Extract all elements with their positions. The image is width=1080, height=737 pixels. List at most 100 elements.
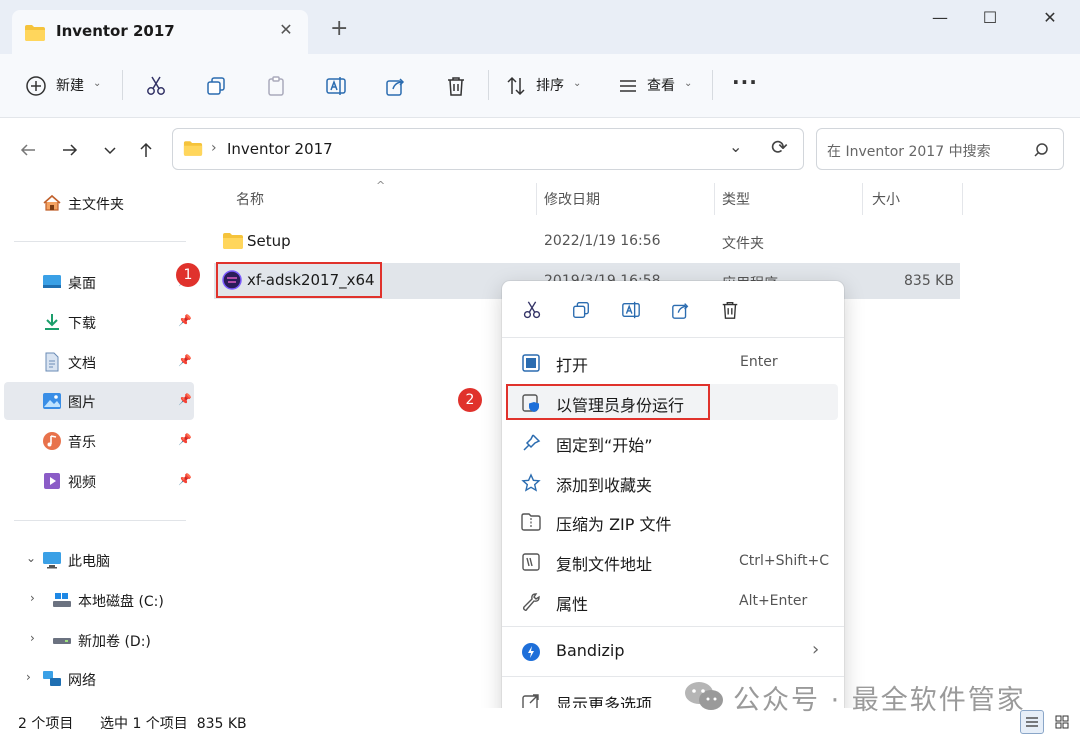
tab-inventor-2017[interactable]: Inventor 2017 ✕ <box>12 10 308 54</box>
delete-icon[interactable] <box>442 72 470 100</box>
expand-chevron-icon[interactable]: › <box>30 631 35 645</box>
cut-icon[interactable] <box>517 295 547 325</box>
view-button-label[interactable]: 查看 <box>647 75 675 95</box>
sidebar-item-downloads[interactable]: 下载 📌 <box>4 303 194 341</box>
column-header-name[interactable]: 名称 <box>236 189 264 209</box>
submenu-chevron-icon: › <box>812 639 820 660</box>
command-bar: 新建 ⌄ 排序 ⌄ 查看 ⌄ ··· <box>0 54 1080 118</box>
share-icon[interactable] <box>666 295 696 325</box>
address-bar[interactable]: › Inventor 2017 ⌄ ⟳ <box>172 128 804 170</box>
rename-icon[interactable] <box>322 72 350 100</box>
more-options-button[interactable]: ··· <box>732 70 758 94</box>
column-header-type[interactable]: 类型 <box>722 189 750 209</box>
refresh-icon[interactable]: ⟳ <box>771 135 788 159</box>
zip-folder-icon <box>520 511 542 533</box>
copy-icon[interactable] <box>202 72 230 100</box>
sidebar-item-this-pc[interactable]: ⌄ 此电脑 <box>4 541 194 579</box>
close-button[interactable]: ✕ <box>1030 8 1070 32</box>
menu-item-pin-to-start[interactable]: 固定到“开始” <box>508 424 838 460</box>
sidebar-item-label: 新加卷 (D:) <box>78 634 151 650</box>
menu-item-label: 压缩为 ZIP 文件 <box>556 515 672 534</box>
menu-item-open[interactable]: 打开 Enter <box>508 344 838 380</box>
column-divider <box>962 183 963 215</box>
chevron-down-icon[interactable]: ⌄ <box>26 551 36 565</box>
sort-button-label[interactable]: 排序 <box>536 75 564 95</box>
sidebar-item-music[interactable]: 音乐 📌 <box>4 422 194 460</box>
cut-icon[interactable] <box>142 72 170 100</box>
breadcrumb-current[interactable]: Inventor 2017 <box>227 140 333 158</box>
download-icon <box>45 314 59 330</box>
sidebar-item-documents[interactable]: 文档 📌 <box>4 343 194 381</box>
sidebar-item-videos[interactable]: 视频 📌 <box>4 462 194 500</box>
column-divider <box>862 183 863 215</box>
chevron-down-icon: ⌄ <box>684 78 693 89</box>
sidebar-item-desktop[interactable]: 桌面 📌 <box>4 263 194 301</box>
new-tab-button[interactable]: + <box>330 18 348 40</box>
tab-close-button[interactable]: ✕ <box>276 20 296 39</box>
expand-chevron-icon[interactable]: › <box>26 670 31 684</box>
sidebar-item-drive-d[interactable]: › 新加卷 (D:) <box>14 621 204 659</box>
sidebar-item-label: 下载 <box>68 316 96 332</box>
tiles-view-button[interactable] <box>1050 710 1074 734</box>
table-row[interactable]: Setup 2022/1/19 16:56 文件夹 <box>214 223 960 259</box>
menu-divider <box>502 337 844 338</box>
annotation-highlight-run-as-admin <box>506 384 710 420</box>
sidebar-item-label: 图片 <box>68 395 96 411</box>
sidebar-item-network[interactable]: › 网络 <box>4 660 194 698</box>
network-icon <box>43 671 61 686</box>
expand-chevron-icon[interactable]: › <box>30 591 35 605</box>
column-header-size[interactable]: 大小 <box>872 189 900 209</box>
delete-icon[interactable] <box>715 295 745 325</box>
new-icon[interactable] <box>22 72 50 100</box>
pin-icon: 📌 <box>178 433 192 446</box>
sort-icon[interactable] <box>502 72 530 100</box>
sidebar-item-label: 视频 <box>68 475 96 491</box>
chevron-down-icon: ⌄ <box>93 78 102 89</box>
rename-icon[interactable] <box>616 295 646 325</box>
menu-item-properties[interactable]: 属性 Alt+Enter <box>508 583 838 619</box>
pin-icon: 📌 <box>178 314 192 327</box>
column-header-modified[interactable]: 修改日期 <box>544 189 600 209</box>
drive-icon <box>53 593 71 607</box>
file-size: 835 KB <box>904 273 954 289</box>
pictures-icon <box>43 393 61 409</box>
annotation-highlight-file: xf-adsk2017_x64 <box>216 262 382 298</box>
sidebar-item-label: 文档 <box>68 356 96 372</box>
search-box[interactable]: 在 Inventor 2017 中搜索 <box>816 128 1064 170</box>
back-button[interactable] <box>14 136 42 164</box>
up-button[interactable] <box>132 136 160 164</box>
menu-item-add-to-favorites[interactable]: 添加到收藏夹 <box>508 464 838 500</box>
copy-icon[interactable] <box>566 295 596 325</box>
maximize-button[interactable]: ☐ <box>970 8 1010 32</box>
toolbar-divider <box>488 70 489 100</box>
home-icon <box>43 194 61 211</box>
search-icon <box>1034 143 1048 157</box>
context-menu: 打开 Enter 以管理员身份运行 固定到“开始” 添加到收藏夹 压缩为 ZIP… <box>502 281 844 725</box>
sidebar-item-pictures[interactable]: 图片 📌 <box>4 382 194 420</box>
sidebar-divider <box>14 520 186 521</box>
document-icon <box>45 352 59 372</box>
pin-icon: 📌 <box>178 473 192 486</box>
chevron-down-icon[interactable]: ⌄ <box>729 137 742 156</box>
sidebar-item-drive-c[interactable]: › 本地磁盘 (C:) <box>14 581 204 619</box>
minimize-button[interactable]: — <box>920 8 960 32</box>
search-input[interactable]: 在 Inventor 2017 中搜索 <box>827 141 991 161</box>
folder-icon <box>223 233 243 249</box>
new-button-label[interactable]: 新建 <box>56 75 84 95</box>
wrench-icon <box>520 591 542 613</box>
sort-ascending-icon: ^ <box>376 179 386 192</box>
menu-item-compress-zip[interactable]: 压缩为 ZIP 文件 <box>508 503 838 539</box>
forward-button[interactable] <box>56 136 84 164</box>
menu-item-bandizip[interactable]: Bandizip › <box>508 633 838 669</box>
sidebar-item-label: 主文件夹 <box>68 197 124 213</box>
menu-item-copy-path[interactable]: 复制文件地址 Ctrl+Shift+C <box>508 543 838 579</box>
file-type: 文件夹 <box>722 236 764 252</box>
menu-item-label: 固定到“开始” <box>556 436 653 455</box>
recent-locations-button[interactable] <box>96 136 124 164</box>
menu-item-shortcut: Alt+Enter <box>739 593 808 609</box>
view-icon[interactable] <box>614 72 642 100</box>
file-name: xf-adsk2017_x64 <box>247 271 375 289</box>
sidebar-item-home[interactable]: 主文件夹 <box>4 184 194 222</box>
annotation-badge-1: 1 <box>176 263 200 287</box>
share-icon[interactable] <box>382 72 410 100</box>
